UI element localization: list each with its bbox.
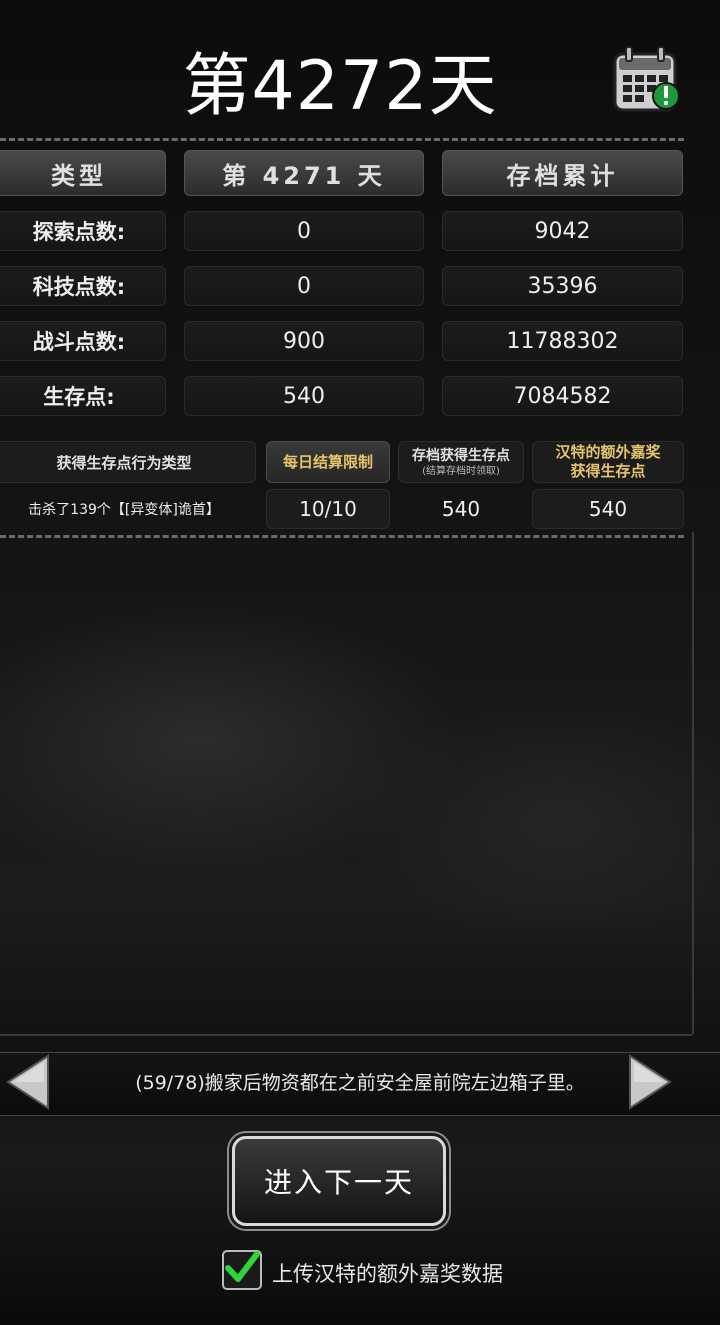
row-total-survival: 7084582 <box>442 376 683 416</box>
row-day-explore: 0 <box>184 211 424 251</box>
action-header-bonus: 汉特的额外嘉奖 获得生存点 <box>532 441 684 483</box>
action-row-type: 击杀了139个【[异变体]诡首】 <box>28 502 220 518</box>
row-day-survival: 540 <box>184 376 424 416</box>
content-panel <box>0 532 694 1036</box>
page-title: 第4272天 <box>182 47 498 126</box>
row-label-tech: 科技点数: <box>0 266 166 306</box>
arrow-right-icon <box>629 1054 672 1110</box>
action-row-limit: 10/10 <box>266 489 390 529</box>
action-row-bonus: 540 <box>532 489 684 529</box>
action-header-bonus-line1: 汉特的额外嘉奖 <box>555 443 661 461</box>
action-header-bonus-line2: 获得生存点 <box>570 462 646 480</box>
action-header-limit: 每日结算限制 <box>266 441 390 483</box>
calendar-button[interactable] <box>612 44 682 114</box>
next-notice-button[interactable] <box>626 1052 674 1116</box>
row-total-tech: 35396 <box>442 266 683 306</box>
row-total-explore: 9042 <box>442 211 683 251</box>
row-label-explore: 探索点数: <box>0 211 166 251</box>
row-label-combat: 战斗点数: <box>0 321 166 361</box>
action-header-limit-text: 每日结算限制 <box>282 452 373 471</box>
action-header-save-text: 存档获得生存点 <box>412 447 510 464</box>
divider <box>0 138 684 141</box>
prev-notice-button[interactable] <box>4 1052 52 1116</box>
upload-checkbox[interactable] <box>222 1250 262 1290</box>
notice-text: (59/78)搬家后物资都在之前安全屋前院左边箱子里。 <box>135 1072 585 1094</box>
row-day-combat: 900 <box>184 321 424 361</box>
calendar-alert-icon <box>613 46 680 112</box>
arrow-left-icon <box>6 1054 49 1110</box>
row-total-combat: 11788302 <box>442 321 683 361</box>
row-day-tech: 0 <box>184 266 424 306</box>
header-total: 存档累计 <box>442 150 683 196</box>
action-header-save-note: (结算存档时领取) <box>422 465 500 477</box>
header-day: 第 4271 天 <box>184 150 424 196</box>
checkmark-icon <box>225 1251 260 1282</box>
action-header-type-text: 获得生存点行为类型 <box>56 453 192 472</box>
action-header-type: 获得生存点行为类型 <box>0 441 256 483</box>
next-day-button[interactable]: 进入下一天 <box>232 1136 446 1226</box>
action-row-save: 540 <box>441 497 481 521</box>
action-header-save: 存档获得生存点 (结算存档时领取) <box>398 441 524 483</box>
header-type: 类型 <box>0 150 166 196</box>
row-label-survival: 生存点: <box>0 376 166 416</box>
upload-checkbox-label[interactable]: 上传汉特的额外嘉奖数据 <box>272 1258 503 1288</box>
